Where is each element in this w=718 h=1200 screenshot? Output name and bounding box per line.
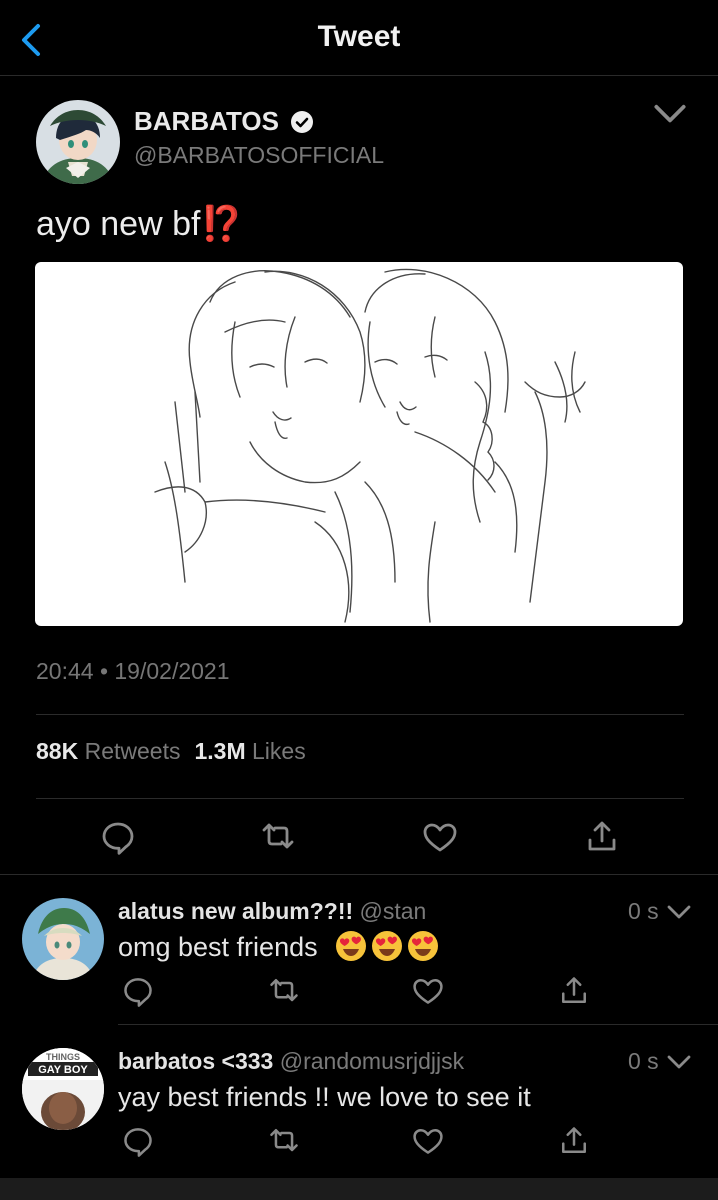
like-button[interactable] [420,818,460,854]
share-icon [588,821,616,851]
share-button[interactable] [556,1124,596,1160]
reply-header: alatus new album??!! @stan [118,898,426,925]
share-icon [562,1127,586,1153]
like-icon [413,979,443,1004]
reply-text-body: omg best friends [118,932,318,962]
chevron-down-icon [667,1055,691,1069]
reply-menu-button[interactable] [666,1052,692,1074]
divider [0,874,718,875]
likes-stat[interactable]: 1.3M Likes [194,738,305,765]
reply-button[interactable] [120,974,160,1010]
author-name-text: BARBATOS [134,106,279,136]
reply-avatar[interactable] [22,898,104,980]
retweet-button[interactable] [258,818,298,854]
avatar-caption-top: THINGS [46,1052,80,1062]
author-avatar[interactable] [36,100,120,184]
avatar-caption: GAY BOY [38,1064,88,1076]
heart-eyes-emoji [408,931,439,961]
reply-header: barbatos <333 @randomusrjdjjsk [118,1048,464,1075]
reply-text: yay best friends !! we love to see it [118,1082,531,1112]
bottom-bar [0,1178,718,1200]
author-name[interactable]: BARBATOS [134,106,315,137]
divider [36,798,684,799]
divider [36,714,684,715]
like-button[interactable] [410,1124,450,1160]
share-button[interactable] [582,818,622,854]
like-icon [423,823,457,852]
retweets-label: Retweets [84,738,181,764]
retweet-icon [262,823,294,849]
chevron-down-icon [654,104,686,123]
reply-icon [124,978,152,1007]
tweet-text: ayo new bf⁉️ [36,204,243,244]
tweet-menu-button[interactable] [652,100,688,130]
tweet-image[interactable] [35,262,683,626]
reply-time: 0 s [628,898,659,924]
like-button[interactable] [410,974,450,1010]
retweets-count: 88K [36,738,79,764]
retweet-button[interactable] [266,1124,306,1160]
tweet-timestamp: 20:44 • 19/02/2021 [36,658,230,684]
verified-badge-icon [290,110,313,133]
heart-eyes-emoji [372,931,403,961]
retweet-icon [270,979,298,1002]
reply-avatar[interactable]: THINGS GAY BOY [22,1048,104,1130]
reply-text: omg best friends [118,930,439,963]
share-icon [562,977,586,1003]
reply-icon [102,822,134,855]
reply-time: 0 s [628,1048,659,1074]
reply-author-handle[interactable]: @stan [360,898,427,924]
likes-count: 1.3M [194,738,246,764]
interrobang-emoji: ⁉️ [200,205,242,243]
share-button[interactable] [556,974,596,1010]
like-icon [413,1129,443,1154]
likes-label: Likes [252,738,306,764]
reply-author-name[interactable]: barbatos <333 [118,1048,273,1074]
retweet-icon [270,1129,298,1152]
reply-author-handle[interactable]: @randomusrjdjjsk [280,1048,464,1074]
reply-author-name[interactable]: alatus new album??!! [118,898,353,924]
sketch-drawing-image [154,268,586,623]
top-bar: Tweet [0,0,718,76]
divider [118,1024,718,1025]
heart-eyes-emoji [336,931,367,961]
reply-button[interactable] [120,1124,160,1160]
reply-menu-button[interactable] [666,902,692,924]
reply-icon [124,1128,152,1157]
author-handle[interactable]: @BARBATOSOFFICIAL [134,142,384,169]
tweet-stats: 88K Retweets 1.3M Likes [36,738,306,765]
tweet-text-body: ayo new bf [36,205,201,243]
page-title: Tweet [317,20,401,53]
chevron-down-icon [667,905,691,919]
reply-button[interactable] [98,818,138,855]
retweet-button[interactable] [266,974,306,1010]
retweets-stat[interactable]: 88K Retweets [36,738,180,765]
